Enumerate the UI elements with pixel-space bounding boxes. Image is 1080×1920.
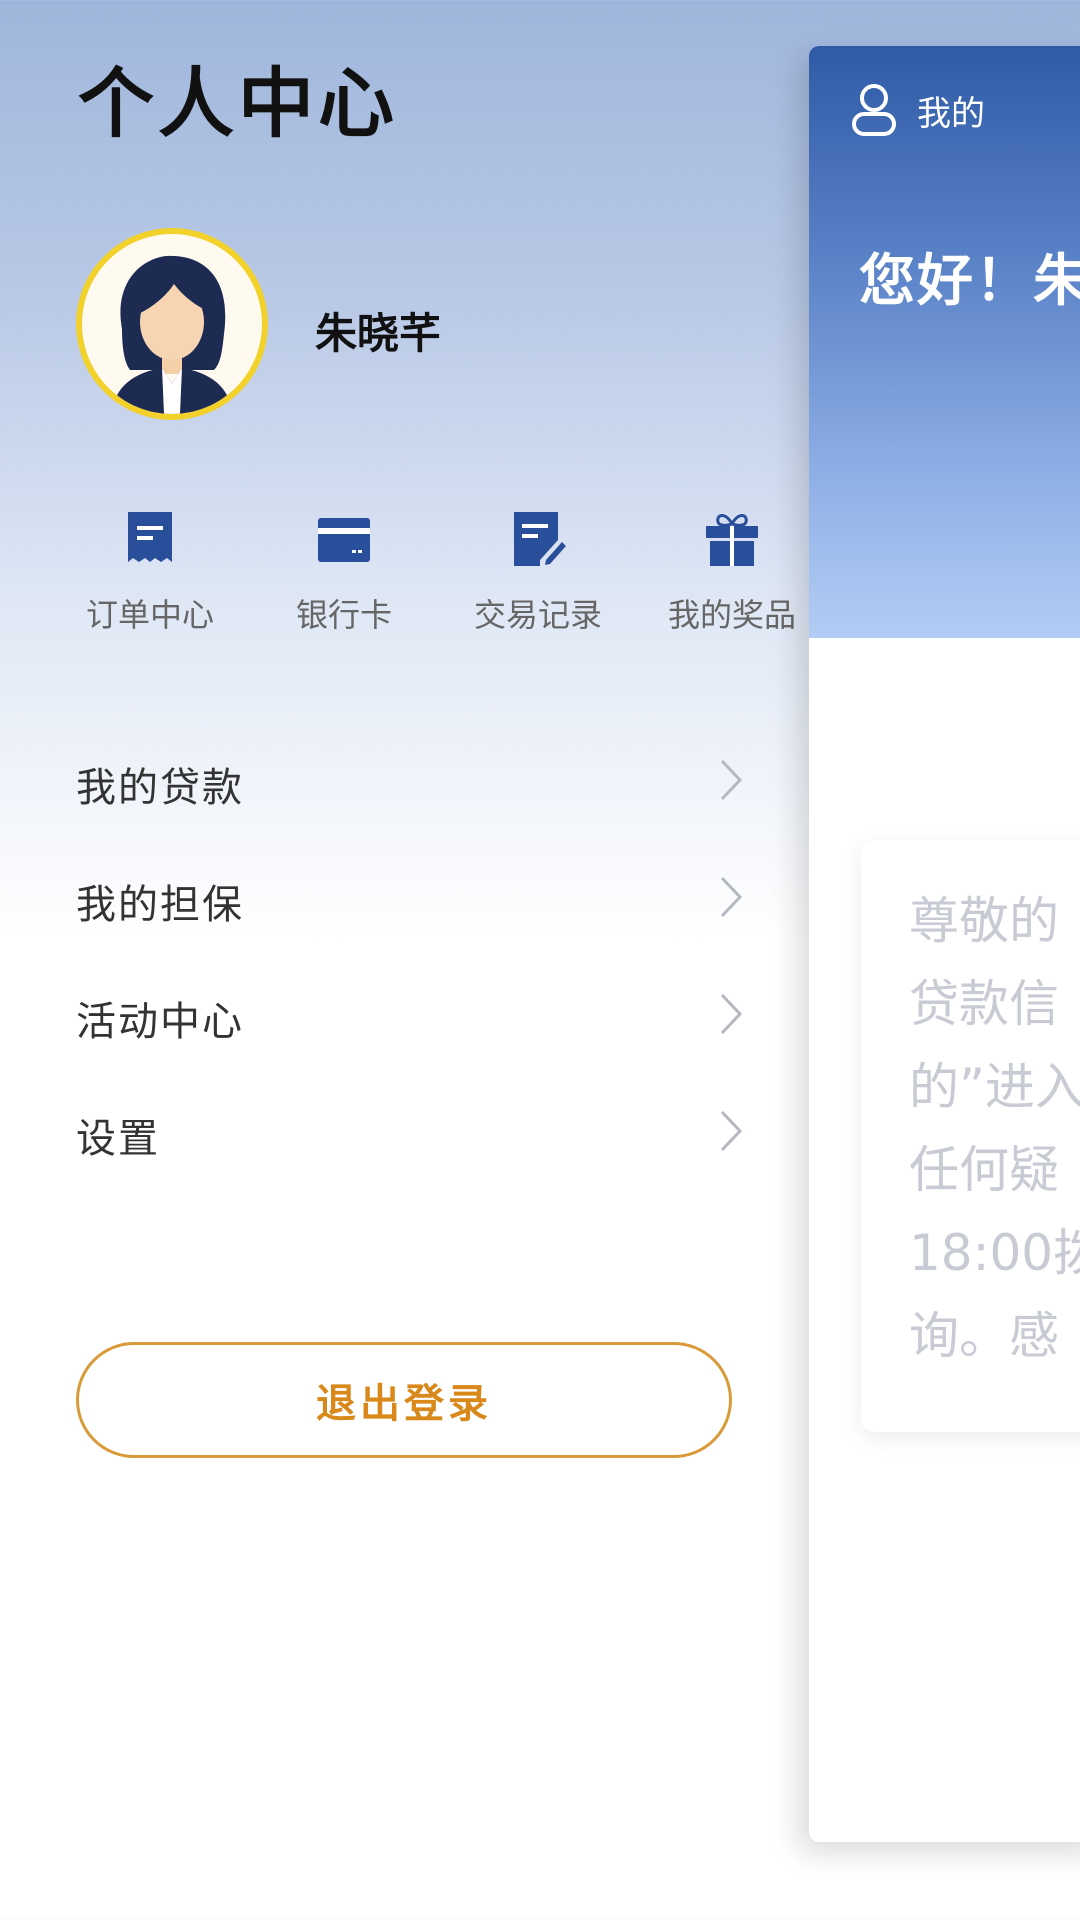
menu-item-label: 活动中心 (76, 998, 244, 1045)
user-icon (852, 84, 896, 136)
quick-action-prizes[interactable]: 我的奖品 (642, 510, 822, 636)
tab-mine[interactable]: 我的 (849, 82, 985, 138)
quick-actions: 订单中心 银行卡 交易记录 我的奖品 (60, 510, 820, 640)
logout-button[interactable]: 退出登录 (76, 1342, 732, 1458)
user-avatar-icon (82, 234, 262, 414)
quick-action-transactions[interactable]: 交易记录 (448, 510, 628, 636)
chevron-right-icon (720, 1110, 743, 1152)
quick-action-bank-card[interactable]: 银行卡 (254, 510, 434, 636)
notice-line: 贷款信 (909, 975, 1059, 1033)
notice-line: 询。感 (909, 1307, 1059, 1365)
chevron-right-icon (720, 876, 743, 918)
quick-action-label: 银行卡 (295, 596, 392, 634)
quick-action-label: 我的奖品 (667, 596, 796, 634)
menu-item-activity-center[interactable]: 活动中心 (76, 959, 746, 1076)
menu-item-label: 我的贷款 (76, 764, 244, 811)
quick-action-label: 交易记录 (473, 596, 602, 634)
page-title: 个人中心 (78, 59, 398, 148)
notice-line: 任何疑 (909, 1141, 1059, 1199)
menu-item-label: 设置 (76, 1115, 160, 1162)
receipt-icon (128, 512, 172, 562)
main-header: 我的 您好！朱 (809, 46, 1080, 638)
notice-card: 尊敬的 贷款信 的”进入 任何疑 18:00拨 询。感 (861, 840, 1080, 1432)
greeting-text: 您好！朱 (859, 249, 1080, 314)
gift-icon (706, 514, 758, 566)
menu-item-my-loans[interactable]: 我的贷款 (76, 725, 746, 842)
menu-item-my-guarantee[interactable]: 我的担保 (76, 842, 746, 959)
notice-line: 尊敬的 (909, 892, 1059, 950)
menu-list: 我的贷款 我的担保 活动中心 设置 (76, 725, 746, 1193)
chevron-right-icon (720, 759, 743, 801)
bank-card-icon (318, 518, 370, 562)
quick-action-orders[interactable]: 订单中心 (60, 510, 240, 636)
quick-action-label: 订单中心 (85, 596, 214, 634)
main-page-panel[interactable]: 我的 您好！朱 尊敬的 贷款信 的”进入 任何疑 18:00拨 询。感 (809, 46, 1080, 1842)
notice-line: 的”进入 (909, 1058, 1080, 1116)
edit-document-icon (514, 512, 566, 566)
user-name: 朱晓芊 (315, 309, 442, 358)
menu-item-label: 我的担保 (76, 881, 244, 928)
tab-label: 我的 (917, 93, 985, 134)
menu-item-settings[interactable]: 设置 (76, 1076, 746, 1193)
notice-line: 18:00拨 (909, 1224, 1080, 1282)
chevron-right-icon (720, 993, 743, 1035)
avatar[interactable] (76, 228, 268, 420)
